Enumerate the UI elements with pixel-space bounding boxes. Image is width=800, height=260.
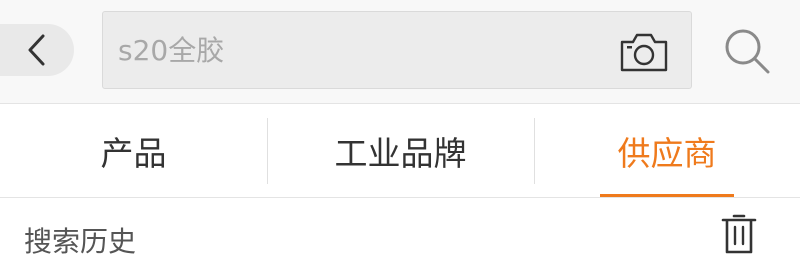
tab-suppliers[interactable]: 供应商 xyxy=(534,104,800,198)
chevron-left-icon xyxy=(28,34,45,66)
search-button[interactable] xyxy=(722,26,772,76)
tab-bar: 产品 工业品牌 供应商 xyxy=(0,103,800,198)
tab-industrial-brands[interactable]: 工业品牌 xyxy=(267,104,534,198)
back-button[interactable] xyxy=(0,24,74,76)
trash-icon xyxy=(721,214,757,254)
active-tab-indicator xyxy=(600,194,734,197)
search-icon xyxy=(725,29,770,74)
search-history-section: 搜索历史 xyxy=(0,198,800,260)
search-input[interactable] xyxy=(118,30,598,70)
search-box[interactable] xyxy=(102,11,692,89)
camera-button[interactable] xyxy=(619,30,669,74)
search-header xyxy=(0,0,800,103)
camera-icon xyxy=(620,33,668,72)
clear-history-button[interactable] xyxy=(720,214,758,254)
search-history-title: 搜索历史 xyxy=(24,225,137,258)
tab-products[interactable]: 产品 xyxy=(0,104,267,198)
